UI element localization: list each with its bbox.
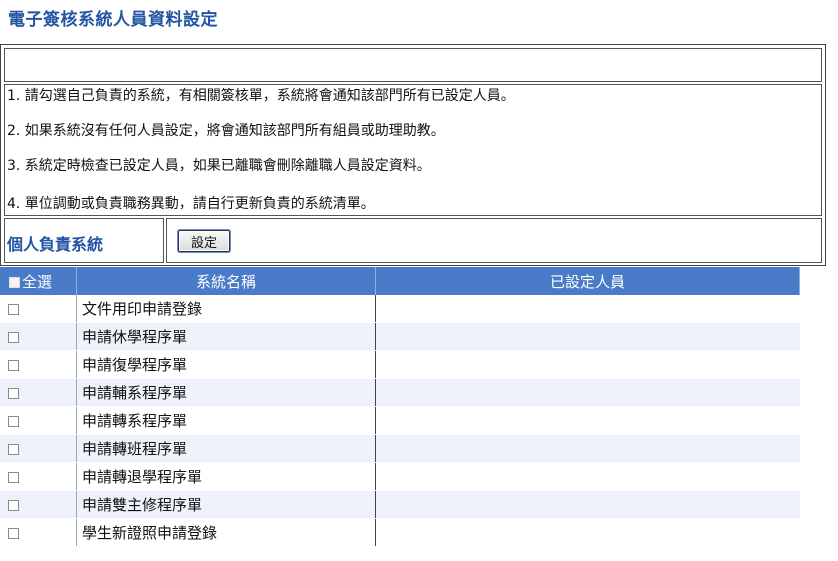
assigned-staff-header: 已設定人員: [375, 267, 800, 295]
table-row: 申請輔系程序單: [0, 378, 800, 407]
assigned-staff-cell: [375, 350, 800, 379]
system-name-cell: 申請復學程序單: [76, 350, 376, 379]
system-name-cell: 申請轉系程序單: [76, 406, 376, 435]
assigned-staff-cell: [375, 378, 800, 407]
system-name-cell: 申請轉退學程序單: [76, 462, 376, 491]
settings-panel: 1. 請勾選自己負責的系統，有相關簽核單，系統將會通知該部門所有已設定人員。 2…: [0, 44, 826, 266]
systems-table: 全選 系統名稱 已設定人員 文件用印申請登錄 申請休學程序單 申請復學程序單 申…: [0, 267, 800, 547]
row-checkbox[interactable]: [8, 415, 19, 427]
table-row: 申請雙主修程序單: [0, 490, 800, 519]
assigned-staff-cell: [375, 434, 800, 463]
select-all-header[interactable]: 全選: [0, 267, 77, 295]
select-all-checkbox[interactable]: [9, 276, 20, 288]
row-checkbox[interactable]: [8, 303, 19, 315]
assigned-staff-cell: [375, 295, 800, 323]
row-checkbox[interactable]: [8, 527, 19, 539]
empty-header-row: [4, 48, 822, 82]
personal-systems-label-cell: 個人負責系統: [4, 218, 164, 263]
assigned-staff-cell: [375, 322, 800, 351]
instruction-note-4: 4. 單位調動或負責職務異動，請自行更新負責的系統清單。: [7, 196, 375, 212]
row-checkbox[interactable]: [8, 387, 19, 399]
system-name-header: 系統名稱: [76, 267, 376, 295]
row-checkbox[interactable]: [8, 331, 19, 343]
table-row: 申請轉班程序單: [0, 434, 800, 463]
instruction-note-2: 2. 如果系統沒有任何人員設定，將會通知該部門所有組員或助理助教。: [7, 123, 445, 139]
select-all-label: 全選: [22, 272, 53, 291]
assigned-staff-cell: [375, 518, 800, 547]
assigned-staff-cell: [375, 490, 800, 519]
system-name-cell: 申請輔系程序單: [76, 378, 376, 407]
row-checkbox[interactable]: [8, 499, 19, 511]
personal-systems-label: 個人負責系統: [7, 235, 104, 254]
set-button[interactable]: 設定: [178, 230, 230, 252]
table-row: 申請休學程序單: [0, 322, 800, 351]
system-name-cell: 申請雙主修程序單: [76, 490, 376, 519]
row-checkbox[interactable]: [8, 443, 19, 455]
row-checkbox[interactable]: [8, 471, 19, 483]
system-name-cell: 申請休學程序單: [76, 322, 376, 351]
table-row: 學生新證照申請登錄: [0, 518, 800, 547]
table-row: 申請復學程序單: [0, 350, 800, 379]
table-row: 申請轉系程序單: [0, 406, 800, 435]
instruction-note-3: 3. 系統定時檢查已設定人員，如果已離職會刪除離職人員設定資料。: [7, 158, 431, 174]
assigned-staff-cell: [375, 462, 800, 491]
instructions-box: 1. 請勾選自己負責的系統，有相關簽核單，系統將會通知該部門所有已設定人員。 2…: [4, 84, 822, 216]
system-name-cell: 文件用印申請登錄: [76, 295, 376, 323]
system-name-cell: 學生新證照申請登錄: [76, 518, 376, 547]
row-checkbox[interactable]: [8, 359, 19, 371]
table-row: 申請轉退學程序單: [0, 462, 800, 491]
page-title: 電子簽核系統人員資料設定: [8, 10, 218, 30]
system-name-cell: 申請轉班程序單: [76, 434, 376, 463]
instruction-note-1: 1. 請勾選自己負責的系統，有相關簽核單，系統將會通知該部門所有已設定人員。: [7, 88, 515, 104]
assigned-staff-cell: [375, 406, 800, 435]
table-row: 文件用印申請登錄: [0, 295, 800, 323]
personal-systems-action-cell: 設定: [166, 218, 822, 263]
table-header-row: 全選 系統名稱 已設定人員: [0, 267, 800, 295]
